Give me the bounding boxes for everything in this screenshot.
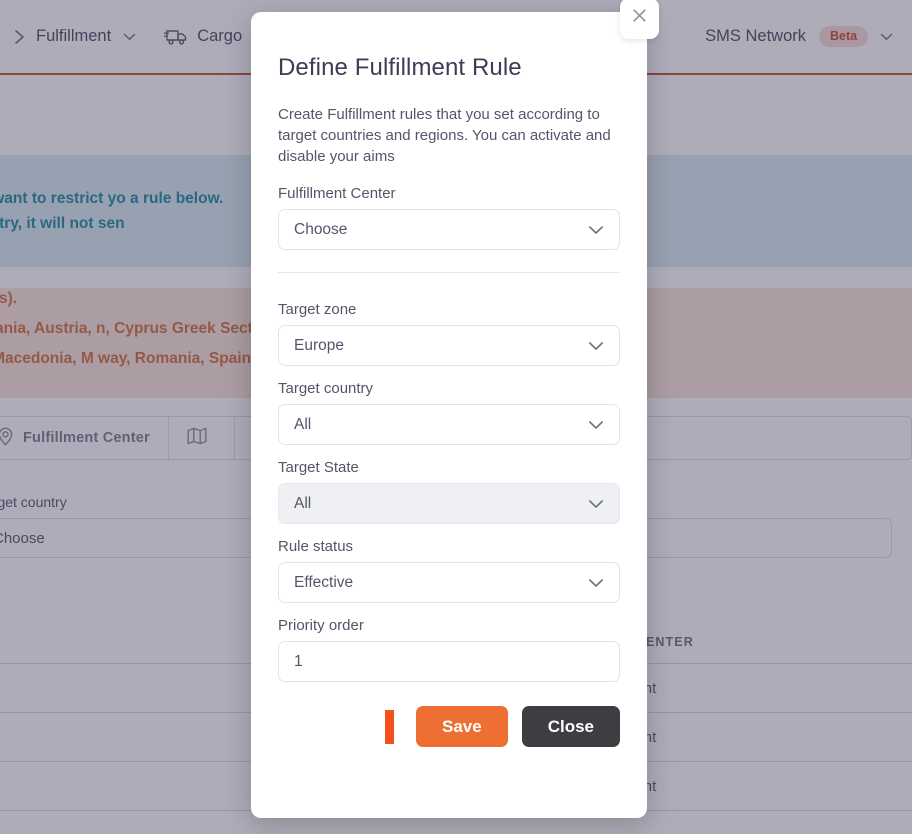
rule-status-value: Effective bbox=[294, 573, 354, 591]
priority-order-input[interactable]: 1 bbox=[278, 641, 620, 682]
priority-order-value: 1 bbox=[294, 652, 303, 670]
chevron-down-icon bbox=[588, 578, 604, 588]
target-country-select[interactable]: All bbox=[278, 404, 620, 445]
field-priority-order: Priority order 1 bbox=[278, 617, 620, 682]
field-label: Priority order bbox=[278, 617, 364, 634]
orange-marker bbox=[385, 709, 394, 744]
target-state-value: All bbox=[294, 494, 312, 512]
chevron-down-icon bbox=[588, 499, 604, 509]
target-zone-value: Europe bbox=[294, 336, 344, 354]
section-divider bbox=[278, 272, 620, 273]
close-icon bbox=[631, 7, 648, 30]
dialog-description: Create Fulfillment rules that you set ac… bbox=[278, 106, 611, 165]
field-label: Rule status bbox=[278, 538, 354, 555]
chevron-down-icon bbox=[588, 420, 604, 430]
field-label: Target zone bbox=[278, 301, 357, 318]
target-state-select[interactable]: All bbox=[278, 483, 620, 524]
fulfillment-center-value: Choose bbox=[294, 220, 348, 238]
fulfillment-center-select[interactable]: Choose bbox=[278, 209, 620, 250]
close-button[interactable]: Close bbox=[521, 706, 620, 747]
screen-root: Fulfillment Cargo SMS Network Beta ant t… bbox=[0, 0, 912, 834]
save-button[interactable]: Save bbox=[416, 706, 508, 747]
field-target-country: Target country All bbox=[278, 380, 620, 445]
target-zone-select[interactable]: Europe bbox=[278, 325, 620, 366]
rule-status-select[interactable]: Effective bbox=[278, 562, 620, 603]
field-label: Target country bbox=[278, 380, 374, 397]
field-target-state: Target State All bbox=[278, 459, 620, 524]
dialog-title: Define Fulfillment Rule bbox=[278, 54, 522, 81]
target-country-value: All bbox=[294, 415, 312, 433]
chevron-down-icon bbox=[588, 341, 604, 351]
field-fulfillment-center: Fulfillment Center Choose bbox=[278, 185, 620, 250]
define-fulfillment-rule-dialog: Define Fulfillment Rule Create Fulfillme… bbox=[251, 12, 647, 818]
chevron-down-icon bbox=[588, 225, 604, 235]
field-rule-status: Rule status Effective bbox=[278, 538, 620, 603]
dialog-close-icon-button[interactable] bbox=[620, 0, 659, 39]
field-label: Fulfillment Center bbox=[278, 185, 396, 202]
field-target-zone: Target zone Europe bbox=[278, 301, 620, 366]
field-label: Target State bbox=[278, 459, 359, 476]
dialog-actions: Save Close bbox=[278, 706, 620, 747]
